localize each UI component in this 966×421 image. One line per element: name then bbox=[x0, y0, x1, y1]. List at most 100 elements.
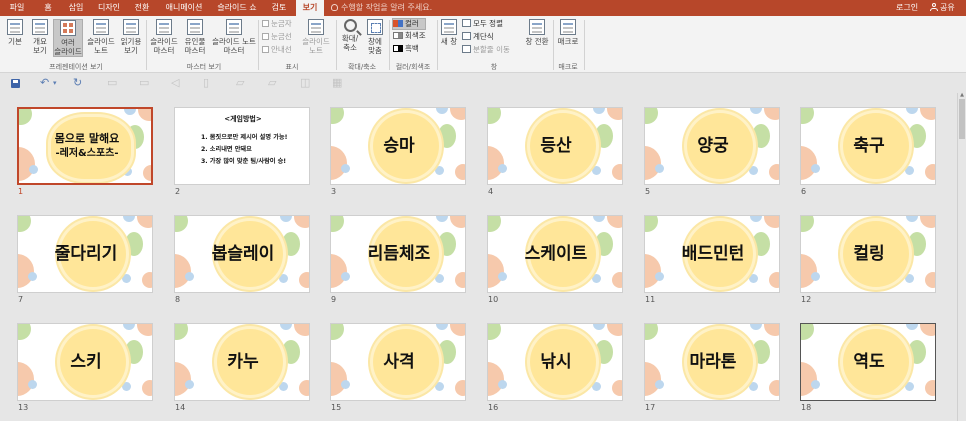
scroll-up-icon[interactable]: ▲ bbox=[959, 93, 965, 98]
tab-design[interactable]: 디자인 bbox=[94, 0, 124, 16]
share-label: 공유 bbox=[940, 3, 955, 12]
slide-title: 사격 bbox=[383, 352, 415, 372]
scrollbar-thumb[interactable] bbox=[959, 99, 965, 139]
new-window-button[interactable]: 새 창 bbox=[440, 19, 458, 46]
slideshow-icon[interactable]: ▭ bbox=[107, 77, 117, 89]
quick-tool-icon[interactable]: ▱ bbox=[268, 77, 276, 89]
slide-thumbnail[interactable]: 스케이트 bbox=[487, 215, 623, 293]
decorative-dot bbox=[142, 380, 152, 396]
slide-number: 6 bbox=[801, 187, 807, 196]
ribbon-divider bbox=[584, 20, 585, 70]
guides-checkbox[interactable]: 안내선 bbox=[262, 45, 292, 55]
slide-title: 등산 bbox=[540, 136, 572, 156]
notes-page-button[interactable]: 슬라이드 노트 bbox=[86, 19, 116, 55]
slide-thumbnail[interactable]: 양궁 bbox=[644, 107, 780, 185]
slide-thumbnail[interactable]: 배드민턴 bbox=[644, 215, 780, 293]
slide-thumbnail[interactable]: 리듬체조 bbox=[330, 215, 466, 293]
slide-sorter-button[interactable]: 여러 슬라이드 bbox=[53, 19, 83, 57]
grayscale-button[interactable]: 회색조 bbox=[393, 31, 426, 41]
tab-animations[interactable]: 애니메이션 bbox=[160, 0, 208, 16]
decorative-dot bbox=[750, 324, 762, 330]
slide-subtitle: -레저&스포츠- bbox=[55, 148, 119, 159]
tab-insert[interactable]: 삽입 bbox=[64, 0, 88, 16]
decorative-dot bbox=[769, 380, 779, 396]
switch-window-button[interactable]: 창 전환 bbox=[522, 19, 552, 46]
quick-tool-icon[interactable]: ▯ bbox=[203, 77, 209, 89]
slide-thumbnail[interactable]: 스키 bbox=[17, 323, 153, 401]
undo-icon[interactable]: ↶ bbox=[40, 77, 49, 89]
slide-title: 스케이트 bbox=[524, 244, 588, 264]
slide-thumbnail[interactable]: 봅슬레이 bbox=[174, 215, 310, 293]
tab-home[interactable]: 홈 bbox=[38, 0, 58, 16]
switch-window-icon bbox=[529, 19, 545, 35]
quick-tool-icon[interactable]: ▦ bbox=[332, 77, 342, 89]
slide-number: 1 bbox=[18, 187, 24, 196]
slide-number: 8 bbox=[175, 295, 181, 304]
redo-icon[interactable]: ↻ bbox=[73, 77, 82, 89]
ribbon: 기본 개요 보기 여러 슬라이드 슬라이드 노트 읽기용 보기 프레젠테이션 보… bbox=[0, 16, 966, 73]
slide-thumbnail[interactable]: <게임방법> 1. 몸짓으로만 제시어 설명 가능! 2. 소리내면 안돼요 3. 가… bbox=[174, 107, 310, 185]
grayscale-swatch-icon bbox=[393, 32, 403, 39]
notes-icon bbox=[308, 19, 324, 35]
slide-thumbnail[interactable]: 승마 bbox=[330, 107, 466, 185]
reading-label-1: 읽기용 bbox=[120, 37, 142, 46]
quick-tool-icon[interactable]: ▭ bbox=[139, 77, 149, 89]
notes-master-button[interactable]: 슬라이드 노트 마스터 bbox=[210, 19, 258, 55]
slide-title: 줄다리기 bbox=[54, 244, 118, 264]
slide-thumbnail[interactable]: 컬링 bbox=[800, 215, 936, 293]
notes-label-2: 노트 bbox=[94, 46, 108, 55]
ruler-checkbox[interactable]: 눈금자 bbox=[262, 19, 292, 29]
notes-toggle-button[interactable]: 슬라이드 노트 bbox=[300, 19, 332, 55]
slide-thumbnail[interactable]: 사격 bbox=[330, 323, 466, 401]
normal-view-button[interactable]: 기본 bbox=[4, 19, 26, 46]
color-button[interactable]: 컬러 bbox=[392, 18, 426, 30]
slide-thumbnail[interactable]: 마라톤 bbox=[644, 323, 780, 401]
cascade-button[interactable]: 계단식 bbox=[462, 32, 494, 42]
slide-thumbnail[interactable]: 카누 bbox=[174, 323, 310, 401]
undo-dropdown-icon[interactable]: ▾ bbox=[53, 77, 57, 89]
macros-button[interactable]: 매크로 bbox=[556, 19, 580, 46]
tell-me-box[interactable]: 수행할 작업을 알려 주세요. bbox=[331, 0, 432, 16]
decorative-dot bbox=[764, 108, 779, 120]
tab-slideshow[interactable]: 슬라이드 쇼 bbox=[214, 0, 260, 16]
save-icon[interactable] bbox=[11, 79, 20, 88]
slide-thumbnail[interactable]: 축구 bbox=[800, 107, 936, 185]
fit-to-window-button[interactable]: 창에 맞춤 bbox=[364, 19, 386, 55]
reading-view-button[interactable]: 읽기용 보기 bbox=[118, 19, 144, 55]
quick-tool-icon[interactable]: ◫ bbox=[300, 77, 310, 89]
arrange-all-label: 모두 정렬 bbox=[473, 19, 503, 28]
slide-thumbnail[interactable]: 낚시 bbox=[487, 323, 623, 401]
vertical-scrollbar[interactable]: ▲ bbox=[957, 93, 966, 421]
arrange-all-button[interactable]: 모두 정렬 bbox=[462, 19, 503, 29]
tab-file[interactable]: 파일 bbox=[4, 0, 30, 16]
decorative-dot bbox=[925, 272, 935, 288]
slide-thumbnail[interactable]: 역도 bbox=[800, 323, 936, 401]
black-white-button[interactable]: 흑백 bbox=[393, 44, 419, 54]
zoom-label-1: 확대/ bbox=[341, 34, 359, 43]
decorative-dot bbox=[655, 272, 664, 281]
zoom-button[interactable]: 확대/ 축소 bbox=[339, 19, 361, 52]
share-button[interactable]: 공유 bbox=[930, 0, 955, 16]
outline-view-button[interactable]: 개요 보기 bbox=[28, 19, 52, 55]
instruction-line: 3. 가장 많이 맞춘 팀/사람이 승! bbox=[201, 158, 287, 165]
tab-transitions[interactable]: 전환 bbox=[130, 0, 154, 16]
move-split-button[interactable]: 분할줄 이동 bbox=[462, 45, 510, 55]
slide-thumbnail[interactable]: 등산 bbox=[487, 107, 623, 185]
quick-tool-icon[interactable]: ◁ bbox=[171, 77, 179, 89]
handout-master-button[interactable]: 유인물 마스터 bbox=[182, 19, 208, 55]
gridlines-checkbox[interactable]: 눈금선 bbox=[262, 32, 292, 42]
tab-view[interactable]: 보기 bbox=[296, 0, 324, 16]
slide-number: 3 bbox=[331, 187, 337, 196]
move-split-label: 분할줄 이동 bbox=[473, 45, 510, 54]
slide-thumbnail[interactable]: 몸으로 말해요 -레저&스포츠- bbox=[17, 107, 153, 185]
decorative-dot bbox=[280, 216, 292, 222]
decorative-dot bbox=[764, 324, 779, 336]
login-link[interactable]: 로그인 bbox=[896, 0, 918, 16]
decorative-dot bbox=[612, 380, 622, 396]
slide-title: 양궁 bbox=[697, 136, 729, 156]
slide-title: 역도 bbox=[853, 352, 885, 372]
slide-master-button[interactable]: 슬라이드 마스터 bbox=[148, 19, 180, 55]
slide-thumbnail[interactable]: 줄다리기 bbox=[17, 215, 153, 293]
tab-review[interactable]: 검토 bbox=[266, 0, 292, 16]
quick-tool-icon[interactable]: ▱ bbox=[236, 77, 244, 89]
